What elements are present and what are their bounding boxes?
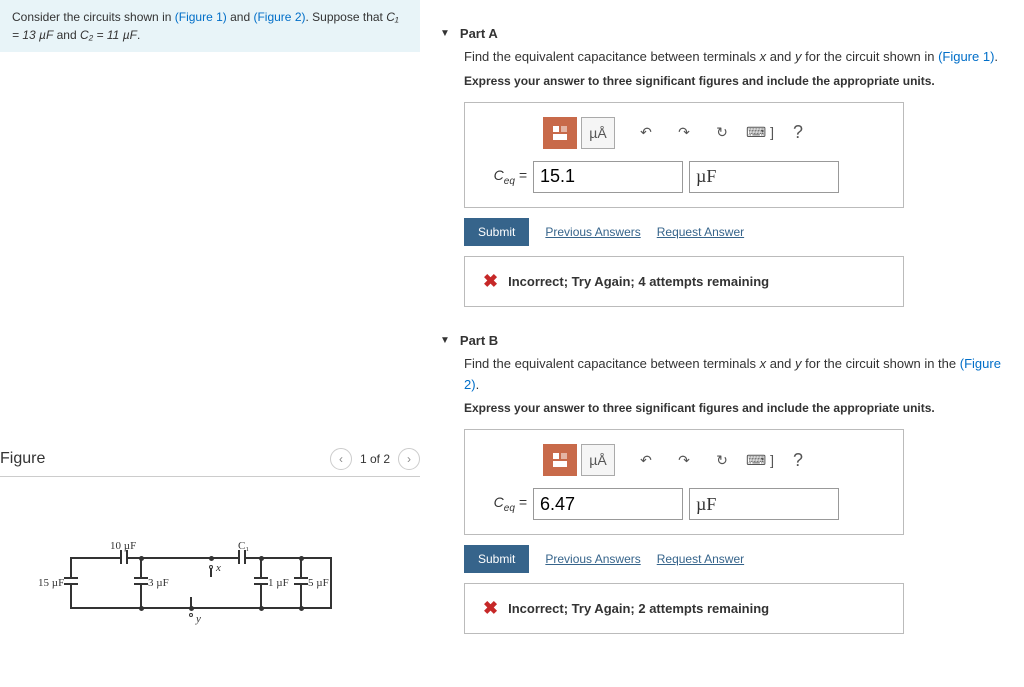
part-a-instruction: Express your answer to three significant…: [464, 74, 1004, 88]
reset-icon[interactable]: ↻: [705, 444, 739, 476]
part-b-previous-answers-link[interactable]: Previous Answers: [545, 552, 640, 566]
problem-statement: Consider the circuits shown in (Figure 1…: [0, 0, 420, 52]
part-b-var-label: Ceq =: [483, 494, 527, 514]
part-a-figure-link[interactable]: (Figure 1): [938, 49, 994, 64]
incorrect-icon: ✖: [483, 598, 498, 619]
part-b-request-answer-link[interactable]: Request Answer: [657, 552, 744, 566]
keyboard-icon[interactable]: ⌨ ]: [743, 444, 777, 476]
part-b-feedback: ✖ Incorrect; Try Again; 2 attempts remai…: [464, 583, 904, 634]
redo-icon[interactable]: ↷: [667, 117, 701, 149]
undo-icon[interactable]: ↶: [629, 444, 663, 476]
part-b-answer-box: µÅ ↶ ↷ ↻ ⌨ ] ? Ceq =: [464, 429, 904, 535]
caret-down-icon: ▼: [440, 28, 450, 39]
part-a-prompt: Find the equivalent capacitance between …: [464, 47, 1004, 68]
part-b-instruction: Express your answer to three significant…: [464, 401, 1004, 415]
part-a-submit-button[interactable]: Submit: [464, 218, 529, 246]
part-b-header[interactable]: ▼ Part B: [440, 327, 1004, 354]
reset-icon[interactable]: ↻: [705, 117, 739, 149]
figure-prev-button[interactable]: ‹: [330, 448, 352, 470]
problem-text: Consider the circuits shown in: [12, 10, 175, 24]
part-b-value-input[interactable]: [533, 488, 683, 520]
part-b-submit-button[interactable]: Submit: [464, 545, 529, 573]
part-a-var-label: Ceq =: [483, 167, 527, 187]
part-b-unit-input[interactable]: [689, 488, 839, 520]
part-a-answer-box: µÅ ↶ ↷ ↻ ⌨ ] ? Ceq =: [464, 102, 904, 208]
help-icon[interactable]: ?: [781, 444, 815, 476]
part-a: ▼ Part A Find the equivalent capacitance…: [440, 20, 1004, 307]
figure-next-button[interactable]: ›: [398, 448, 420, 470]
figure1-link[interactable]: (Figure 1): [175, 10, 227, 24]
part-b-title: Part B: [460, 333, 498, 348]
template-icon[interactable]: [543, 444, 577, 476]
units-button[interactable]: µÅ: [581, 117, 615, 149]
part-a-previous-answers-link[interactable]: Previous Answers: [545, 225, 640, 239]
part-a-feedback: ✖ Incorrect; Try Again; 4 attempts remai…: [464, 256, 904, 307]
part-a-title: Part A: [460, 26, 498, 41]
part-a-value-input[interactable]: [533, 161, 683, 193]
units-button[interactable]: µÅ: [581, 444, 615, 476]
part-a-header[interactable]: ▼ Part A: [440, 20, 1004, 47]
undo-icon[interactable]: ↶: [629, 117, 663, 149]
figure-header: Figure ‹ 1 of 2 ›: [0, 442, 420, 477]
part-b: ▼ Part B Find the equivalent capacitance…: [440, 327, 1004, 635]
figure-pager-label: 1 of 2: [360, 452, 390, 466]
caret-down-icon: ▼: [440, 335, 450, 346]
part-a-request-answer-link[interactable]: Request Answer: [657, 225, 744, 239]
template-icon[interactable]: [543, 117, 577, 149]
incorrect-icon: ✖: [483, 271, 498, 292]
redo-icon[interactable]: ↷: [667, 444, 701, 476]
figure2-link[interactable]: (Figure 2): [253, 10, 305, 24]
help-icon[interactable]: ?: [781, 117, 815, 149]
figure-pager: ‹ 1 of 2 ›: [330, 448, 420, 470]
part-b-prompt: Find the equivalent capacitance between …: [464, 354, 1004, 396]
keyboard-icon[interactable]: ⌨ ]: [743, 117, 777, 149]
figure-title: Figure: [0, 450, 45, 468]
part-a-unit-input[interactable]: [689, 161, 839, 193]
circuit-diagram: 10 µF C₁ 15 µF 3 µF 1 µF 5 µF x y: [0, 537, 420, 637]
